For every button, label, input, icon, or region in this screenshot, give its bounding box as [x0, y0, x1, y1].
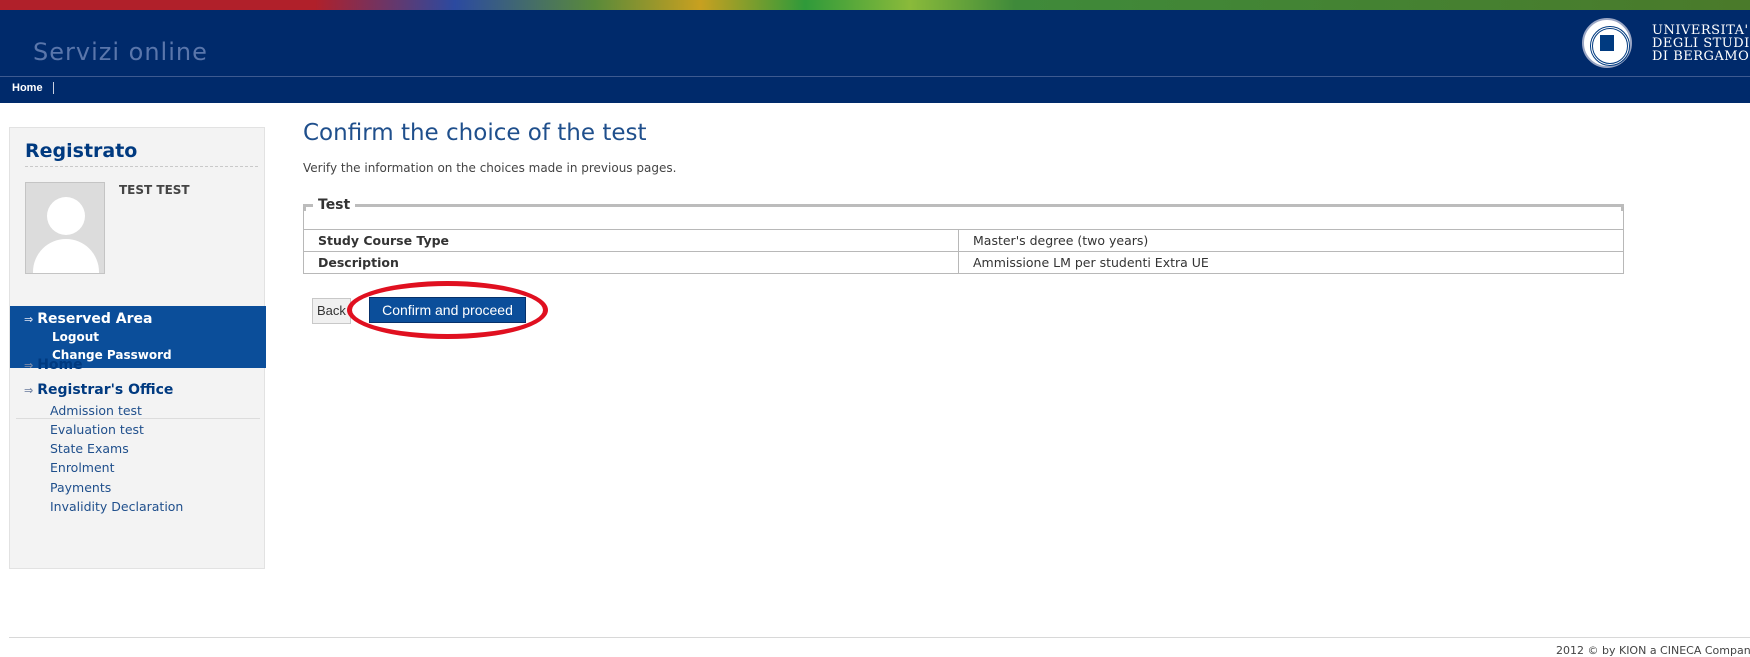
table-row: Description Ammissione LM per studenti E…: [303, 251, 1624, 274]
avatar-body: [33, 239, 99, 273]
avatar-head: [47, 197, 85, 235]
arrow-right-icon: ⇒: [24, 384, 34, 397]
table-value: Master's degree (two years): [958, 229, 1624, 252]
sidebar-separator: [16, 418, 260, 419]
sidebar-link-admission-test[interactable]: Admission test: [50, 403, 142, 418]
header-bar: Servizi online UNIVERSITA' DEGLI STUDI D…: [0, 10, 1750, 76]
table-key: Description: [303, 251, 959, 274]
fieldset-legend: Test: [313, 197, 356, 213]
table-value: Ammissione LM per studenti Extra UE: [958, 251, 1624, 274]
brand-title: Servizi online: [33, 38, 208, 66]
footer-copyright: 2012 © by KION a CINECA Company: [1556, 644, 1750, 657]
nav-bar: Home: [0, 76, 1750, 103]
logout-link[interactable]: Logout: [52, 330, 99, 344]
sidebar-item-home[interactable]: ⇒ Home: [24, 357, 83, 373]
top-color-stripe: [0, 0, 1750, 10]
sidebar-link-payments[interactable]: Payments: [50, 480, 111, 495]
sidebar: Registrato TEST TEST ⇒ Reserved Area Logo…: [9, 127, 266, 569]
footer-divider: [9, 637, 1750, 638]
sidebar-title: Registrato: [25, 140, 138, 162]
sidebar-divider: [25, 166, 258, 167]
sidebar-link-invalidity-declaration[interactable]: Invalidity Declaration: [50, 499, 183, 514]
table-key: Study Course Type: [303, 229, 959, 252]
sidebar-link-state-exams[interactable]: State Exams: [50, 441, 129, 456]
university-seal-icon: [1582, 18, 1632, 68]
table-row: Study Course Type Master's degree (two y…: [303, 229, 1624, 252]
arrow-right-icon: ⇒: [24, 313, 34, 326]
sidebar-link-evaluation-test[interactable]: Evaluation test: [50, 422, 144, 437]
reserved-area-title[interactable]: ⇒ Reserved Area: [24, 311, 152, 327]
user-name: TEST TEST: [119, 183, 190, 197]
nav-home-link[interactable]: Home: [12, 82, 54, 94]
university-name: UNIVERSITA' DEGLI STUDI DI BERGAMO: [1652, 23, 1750, 64]
arrow-right-icon: ⇒: [24, 359, 34, 372]
back-button[interactable]: Back: [312, 298, 351, 324]
page-title: Confirm the choice of the test: [303, 120, 647, 146]
sidebar-link-enrolment[interactable]: Enrolment: [50, 460, 115, 475]
red-highlight-circle: [347, 281, 548, 339]
page-subtitle: Verify the information on the choices ma…: [303, 161, 677, 175]
sidebar-item-registrar[interactable]: ⇒ Registrar's Office: [24, 382, 173, 398]
test-info-table: Study Course Type Master's degree (two y…: [303, 229, 1624, 274]
user-avatar-icon: [25, 182, 105, 274]
